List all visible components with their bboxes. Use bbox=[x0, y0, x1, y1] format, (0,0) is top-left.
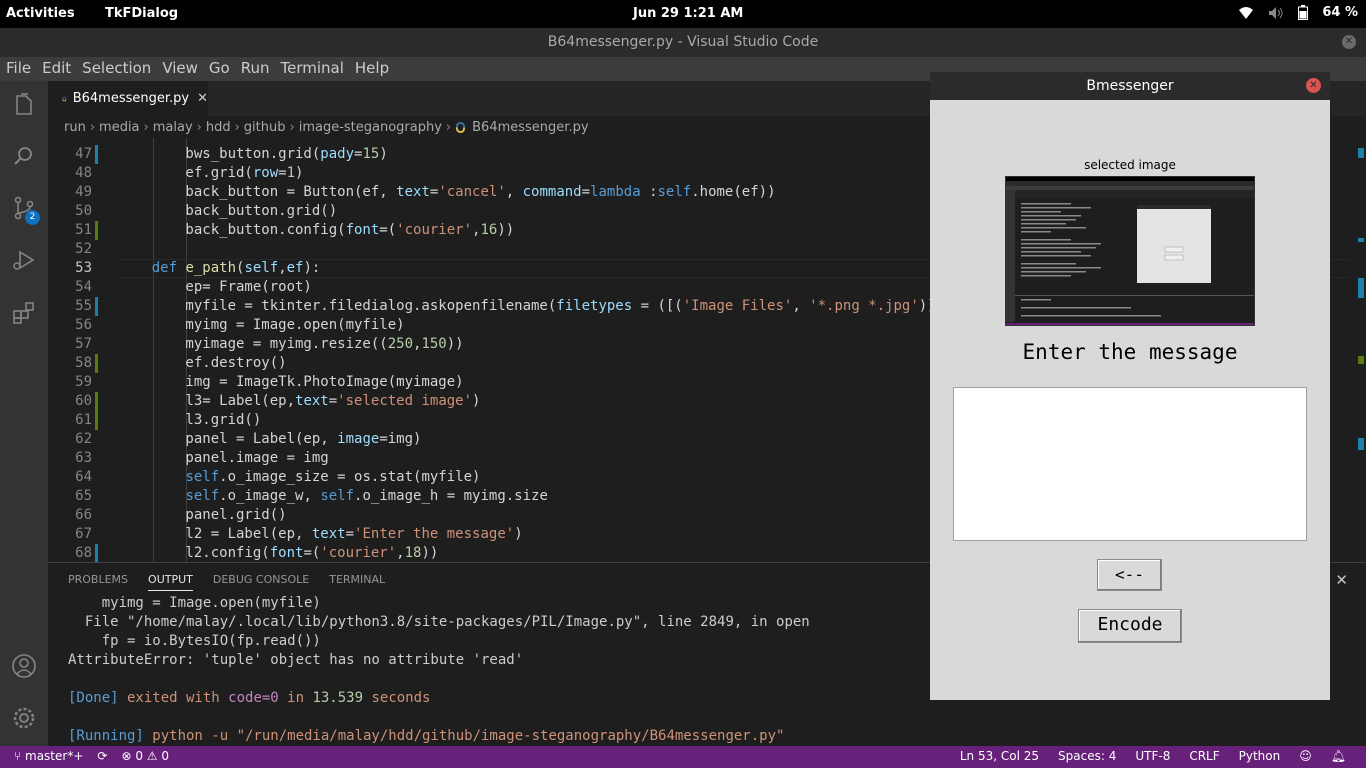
chevron-right-icon: › bbox=[234, 119, 240, 135]
panel-close-button[interactable]: ✕ bbox=[1335, 571, 1348, 589]
breadcrumb-item[interactable]: image-steganography bbox=[299, 120, 442, 135]
branch-status[interactable]: ⑂ master*+ bbox=[14, 749, 83, 763]
sync-icon[interactable]: ⟳ bbox=[97, 749, 107, 763]
problems-status[interactable]: ⊗ 0 ⚠ 0 bbox=[121, 749, 169, 763]
panel-tabs: PROBLEMS OUTPUT DEBUG CONSOLE TERMINAL bbox=[68, 573, 385, 591]
breadcrumb-item[interactable]: media bbox=[99, 120, 140, 135]
battery-icon bbox=[1298, 5, 1309, 20]
python-file-icon bbox=[62, 96, 67, 101]
tab-output[interactable]: OUTPUT bbox=[148, 573, 193, 591]
enter-message-label: Enter the message bbox=[1022, 340, 1238, 364]
breadcrumb-item[interactable]: hdd bbox=[206, 120, 231, 135]
scm-badge: 2 bbox=[25, 210, 40, 225]
manage-gear-icon[interactable] bbox=[11, 705, 37, 731]
clock[interactable]: Jun 29 1:21 AM bbox=[633, 6, 743, 21]
menu-help[interactable]: Help bbox=[350, 57, 394, 81]
extensions-icon[interactable] bbox=[11, 300, 37, 326]
wifi-icon bbox=[1239, 6, 1254, 19]
encode-button[interactable]: Encode bbox=[1078, 609, 1182, 643]
status-bar: ⑂ master*+ ⟳ ⊗ 0 ⚠ 0 Ln 53, Col 25 Space… bbox=[0, 746, 1366, 768]
end-of-line[interactable]: CRLF bbox=[1189, 749, 1219, 763]
output-line: AttributeError: 'tuple' object has no at… bbox=[68, 652, 524, 668]
breadcrumb-item[interactable]: run bbox=[64, 120, 86, 135]
chevron-right-icon: › bbox=[196, 119, 202, 135]
tab-b64messenger[interactable]: B64messenger.py ✕ bbox=[48, 81, 208, 116]
search-icon[interactable] bbox=[11, 143, 37, 169]
notifications-bell-icon[interactable]: 🔔︎ bbox=[1331, 749, 1346, 763]
language-mode[interactable]: Python bbox=[1239, 749, 1281, 763]
tk-close-button[interactable]: ✕ bbox=[1306, 78, 1321, 93]
menu-selection[interactable]: Selection bbox=[77, 57, 156, 81]
window-titlebar: B64messenger.py - Visual Studio Code ✕ bbox=[0, 28, 1366, 57]
git-branch-icon: ⑂ bbox=[14, 749, 26, 763]
tk-titlebar[interactable]: Bmessenger ✕ bbox=[930, 72, 1330, 100]
chevron-right-icon: › bbox=[445, 119, 452, 135]
chevron-right-icon: › bbox=[143, 119, 149, 135]
activity-bar: 2 bbox=[0, 81, 48, 746]
system-tray[interactable]: 64 % bbox=[1238, 5, 1358, 20]
output-line: [Done] exited with code=0 in 13.539 seco… bbox=[68, 690, 431, 706]
encoding[interactable]: UTF-8 bbox=[1135, 749, 1170, 763]
app-menu[interactable]: TkFDialog bbox=[105, 6, 178, 21]
chevron-right-icon: › bbox=[89, 119, 96, 135]
menu-view[interactable]: View bbox=[157, 57, 203, 81]
tab-problems[interactable]: PROBLEMS bbox=[68, 573, 128, 591]
breadcrumb-file[interactable]: B64messenger.py bbox=[472, 120, 588, 135]
back-button[interactable]: <-- bbox=[1097, 559, 1162, 591]
output-line: File "/home/malay/.local/lib/python3.8/s… bbox=[68, 614, 810, 630]
message-text-input[interactable] bbox=[953, 387, 1307, 541]
tab-terminal[interactable]: TERMINAL bbox=[329, 573, 385, 591]
window-close-button[interactable]: ✕ bbox=[1342, 35, 1356, 49]
warning-icon: ⚠ bbox=[146, 749, 162, 763]
tab-close-button[interactable]: ✕ bbox=[197, 91, 208, 106]
volume-icon bbox=[1269, 6, 1283, 19]
gnome-top-bar: Activities TkFDialog Jun 29 1:21 AM 64 % bbox=[0, 0, 1366, 28]
screenshot-thumbnail bbox=[1006, 177, 1254, 325]
activities-button[interactable]: Activities bbox=[6, 6, 75, 21]
tk-dialog-window: Bmessenger ✕ selected image Enter the me… bbox=[930, 72, 1330, 700]
cursor-position[interactable]: Ln 53, Col 25 bbox=[960, 749, 1039, 763]
explorer-icon[interactable] bbox=[11, 92, 37, 118]
output-line: fp = io.BytesIO(fp.read()) bbox=[68, 633, 321, 649]
selected-image-label: selected image bbox=[1084, 158, 1176, 172]
indentation[interactable]: Spaces: 4 bbox=[1058, 749, 1116, 763]
menu-edit[interactable]: Edit bbox=[37, 57, 76, 81]
menu-file[interactable]: File bbox=[1, 57, 36, 81]
tab-label: B64messenger.py bbox=[72, 91, 190, 106]
selected-image-preview bbox=[1005, 176, 1255, 326]
overview-ruler[interactable] bbox=[1354, 138, 1366, 562]
menu-terminal[interactable]: Terminal bbox=[276, 57, 349, 81]
breadcrumb-item[interactable]: github bbox=[244, 120, 286, 135]
feedback-icon[interactable]: ☺ bbox=[1299, 749, 1312, 763]
account-icon[interactable] bbox=[11, 653, 37, 679]
run-debug-icon[interactable] bbox=[11, 247, 37, 273]
output-line: myimg = Image.open(myfile) bbox=[68, 595, 321, 611]
tab-debug-console[interactable]: DEBUG CONSOLE bbox=[213, 573, 309, 591]
menu-run[interactable]: Run bbox=[236, 57, 275, 81]
error-icon: ⊗ bbox=[121, 749, 136, 763]
breadcrumb-item[interactable]: malay bbox=[153, 120, 193, 135]
menu-go[interactable]: Go bbox=[204, 57, 235, 81]
chevron-right-icon: › bbox=[289, 119, 295, 135]
window-title: B64messenger.py - Visual Studio Code bbox=[547, 34, 819, 50]
python-file-icon bbox=[456, 121, 466, 133]
battery-percent: 64 % bbox=[1322, 5, 1358, 20]
output-line: [Running] python -u "/run/media/malay/hd… bbox=[68, 728, 785, 744]
tk-title: Bmessenger bbox=[1086, 78, 1174, 94]
